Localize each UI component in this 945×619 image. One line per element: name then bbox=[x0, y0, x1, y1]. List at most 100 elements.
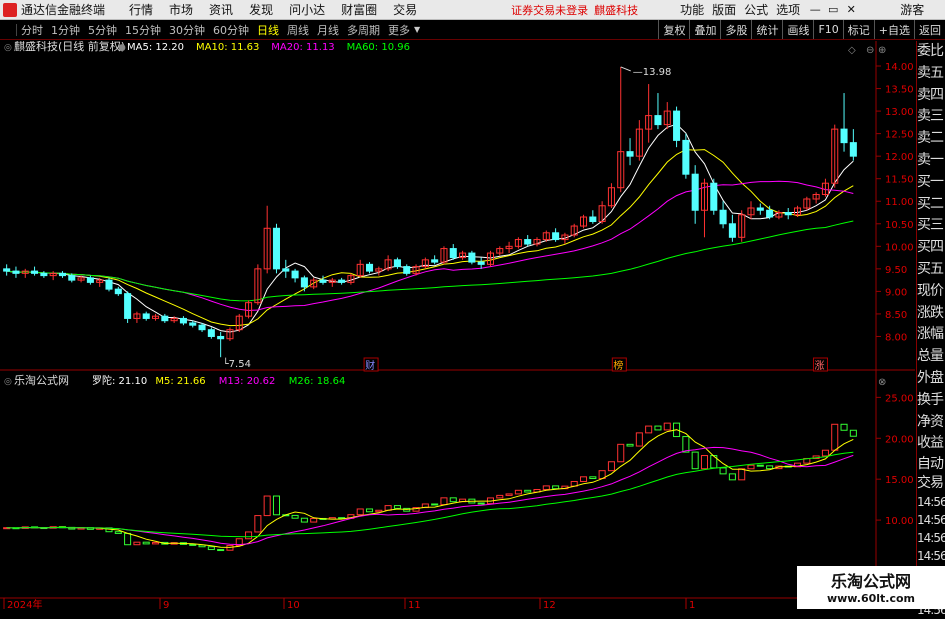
sub-pin-icon[interactable]: ◎ bbox=[4, 377, 12, 387]
tab-15min[interactable]: 15分钟 bbox=[121, 22, 165, 38]
candle[interactable] bbox=[803, 196, 811, 211]
btn-fuquan[interactable]: 复权 bbox=[658, 20, 689, 39]
candle[interactable] bbox=[719, 201, 727, 229]
btn-diejia[interactable]: 叠加 bbox=[689, 20, 720, 39]
menu-jiaoyi[interactable]: 交易 bbox=[393, 1, 417, 18]
candle[interactable] bbox=[514, 237, 522, 249]
candle[interactable] bbox=[151, 313, 160, 321]
candle[interactable] bbox=[524, 235, 532, 247]
candle[interactable] bbox=[663, 102, 671, 130]
candle[interactable] bbox=[263, 205, 271, 274]
quote-row-8[interactable]: 买三 bbox=[917, 215, 945, 237]
menu-shichang[interactable]: 市场 bbox=[169, 1, 193, 18]
candle[interactable] bbox=[142, 311, 150, 321]
candle[interactable] bbox=[738, 210, 746, 242]
candle[interactable] bbox=[784, 208, 792, 220]
candle[interactable] bbox=[505, 241, 513, 254]
candle[interactable] bbox=[849, 129, 857, 161]
btn-huaxian[interactable]: 画线 bbox=[782, 20, 813, 39]
diamond-icon[interactable]: ◇ bbox=[848, 45, 856, 56]
tab-1min[interactable]: 1分钟 bbox=[47, 22, 84, 38]
candle[interactable] bbox=[300, 275, 308, 292]
quote-row-2[interactable]: 卖四 bbox=[917, 85, 945, 107]
candle[interactable] bbox=[691, 165, 699, 224]
quote-row-20[interactable]: 交易 bbox=[917, 474, 945, 493]
candle[interactable] bbox=[114, 286, 122, 296]
candle[interactable] bbox=[328, 277, 336, 287]
candle[interactable] bbox=[310, 277, 318, 290]
btn-tongji[interactable]: 统计 bbox=[751, 20, 782, 39]
candle[interactable] bbox=[607, 183, 615, 208]
menu-gongneng[interactable]: 功能 bbox=[680, 1, 704, 18]
more-arrow-icon[interactable]: ▼ bbox=[414, 25, 420, 34]
candle[interactable] bbox=[393, 257, 401, 269]
candle[interactable] bbox=[282, 259, 290, 278]
quote-row-15[interactable]: 外盘 bbox=[917, 368, 945, 390]
btn-f10[interactable]: F10 bbox=[813, 20, 842, 39]
candle[interactable] bbox=[449, 244, 457, 260]
tab-more[interactable]: 更多 bbox=[384, 22, 414, 38]
candle[interactable] bbox=[86, 275, 94, 285]
quote-row-23[interactable]: 14:56 bbox=[917, 529, 945, 547]
candle[interactable] bbox=[496, 246, 504, 256]
candle[interactable] bbox=[589, 210, 597, 224]
quote-row-24[interactable]: 14:56 bbox=[917, 547, 945, 565]
menu-faxian[interactable]: 发现 bbox=[249, 1, 273, 18]
close-icon[interactable]: ✕ bbox=[842, 3, 860, 16]
menu-caifuquan[interactable]: 财富圈 bbox=[341, 1, 377, 18]
quote-row-19[interactable]: 自动 bbox=[917, 455, 945, 474]
tab-5min[interactable]: 5分钟 bbox=[84, 22, 121, 38]
quote-row-3[interactable]: 卖三 bbox=[917, 106, 945, 128]
candle[interactable] bbox=[710, 178, 718, 215]
quote-row-9[interactable]: 买四 bbox=[917, 237, 945, 259]
candle[interactable] bbox=[756, 203, 764, 215]
btn-add-favorite[interactable]: +自选 bbox=[873, 20, 914, 39]
menu-banmian[interactable]: 版面 bbox=[712, 1, 736, 18]
candle[interactable] bbox=[12, 266, 20, 278]
candle[interactable] bbox=[235, 313, 243, 332]
candle[interactable] bbox=[440, 246, 448, 265]
quote-row-11[interactable]: 现价 bbox=[917, 281, 945, 303]
tab-fenshi[interactable]: 分时 bbox=[17, 22, 47, 38]
candle[interactable] bbox=[617, 66, 625, 193]
candle[interactable] bbox=[682, 133, 690, 179]
menu-gongshi[interactable]: 公式 bbox=[744, 1, 768, 18]
candle[interactable] bbox=[207, 327, 215, 339]
candle[interactable] bbox=[403, 264, 411, 276]
candle[interactable] bbox=[645, 84, 653, 143]
tab-multi-period[interactable]: 多周期 bbox=[343, 22, 384, 38]
kline-chart[interactable]: 14.00 13.50 13.00 12.50 12.00 11.50 11.00 10.50… bbox=[0, 41, 915, 609]
candle[interactable] bbox=[179, 316, 187, 326]
event-marker-2[interactable]: 涨 bbox=[814, 360, 824, 372]
candle[interactable] bbox=[552, 228, 560, 242]
tab-weekly[interactable]: 周线 bbox=[283, 22, 313, 38]
btn-duogu[interactable]: 多股 bbox=[720, 20, 751, 39]
candle[interactable] bbox=[821, 178, 829, 197]
candle[interactable] bbox=[728, 214, 736, 242]
quote-row-16[interactable]: 换手 bbox=[917, 390, 945, 412]
quote-row-17[interactable]: 净资 bbox=[917, 412, 945, 434]
main-pin-icon[interactable]: ◎ bbox=[4, 43, 12, 53]
quote-row-12[interactable]: 涨跌 bbox=[917, 303, 945, 325]
candle[interactable] bbox=[291, 268, 299, 283]
quote-row-13[interactable]: 涨幅 bbox=[917, 324, 945, 346]
tab-60min[interactable]: 60分钟 bbox=[209, 22, 253, 38]
candle[interactable] bbox=[533, 237, 541, 247]
candle[interactable] bbox=[40, 271, 48, 278]
quote-row-7[interactable]: 买二 bbox=[917, 194, 945, 216]
candle[interactable] bbox=[365, 262, 374, 274]
candle[interactable] bbox=[598, 201, 606, 224]
candle[interactable] bbox=[105, 277, 113, 292]
candle[interactable] bbox=[579, 214, 588, 229]
candle[interactable] bbox=[747, 201, 755, 220]
candle[interactable] bbox=[431, 255, 439, 265]
btn-biaoji[interactable]: 标记 bbox=[842, 20, 874, 39]
menu-wenxiaoda[interactable]: 问小达 bbox=[289, 1, 325, 18]
quote-row-14[interactable]: 总量 bbox=[917, 346, 945, 368]
candle[interactable] bbox=[626, 138, 634, 166]
quote-row-21[interactable]: 14:56 bbox=[917, 493, 945, 511]
candle[interactable] bbox=[21, 268, 29, 278]
candle[interactable] bbox=[245, 300, 253, 319]
event-marker-0[interactable]: 财 bbox=[365, 359, 375, 372]
candle[interactable] bbox=[635, 120, 643, 161]
